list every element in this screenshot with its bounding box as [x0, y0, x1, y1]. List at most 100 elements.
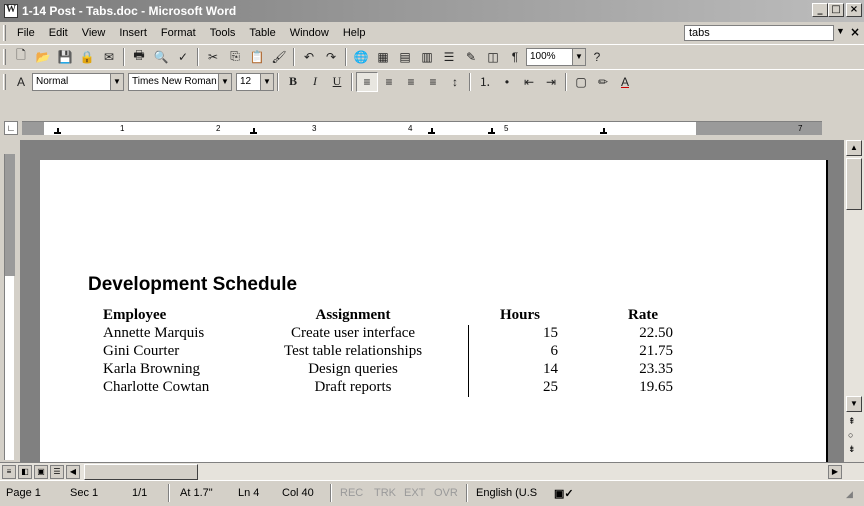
menu-edit[interactable]: Edit — [42, 27, 75, 39]
vertical-scrollbar[interactable]: ▲ ▼ ⇞ ○ ⇟ — [844, 140, 864, 462]
right-tab-marker[interactable] — [488, 128, 495, 134]
open-icon[interactable]: 📂 — [32, 47, 54, 67]
italic-icon[interactable]: I — [304, 72, 326, 92]
columns-icon[interactable]: ☰ — [438, 47, 460, 67]
chevron-down-icon[interactable]: ▼ — [110, 73, 123, 90]
ruler-number: 7 — [798, 124, 803, 133]
hyperlink-icon[interactable]: 🌐 — [350, 47, 372, 67]
undo-icon[interactable]: ↶ — [298, 47, 320, 67]
document-page[interactable]: Development Schedule Employee Assignment… — [40, 160, 828, 462]
insert-table-icon[interactable]: ▤ — [394, 47, 416, 67]
font-color-icon[interactable]: A — [614, 72, 636, 92]
styles-formatting-icon[interactable]: A — [10, 72, 32, 92]
maximize-button[interactable]: □ — [828, 3, 844, 17]
left-tab-marker[interactable] — [54, 128, 61, 134]
save-icon[interactable]: 💾 — [54, 47, 76, 67]
email-icon[interactable]: ✉ — [98, 47, 120, 67]
zoom-select[interactable]: 100% ▼ — [526, 47, 586, 66]
scroll-up-button[interactable]: ▲ — [846, 140, 862, 156]
numbering-icon[interactable]: ⒈ — [474, 72, 496, 92]
minimize-button[interactable]: _ — [812, 3, 828, 17]
permission-icon[interactable]: 🔒 — [76, 47, 98, 67]
print-preview-icon[interactable]: 🔍 — [150, 47, 172, 67]
chevron-down-icon[interactable]: ▼ — [572, 48, 585, 65]
print-icon[interactable]: 🖶 — [128, 47, 150, 67]
style-select[interactable]: Normal ▼ — [32, 72, 124, 91]
highlight-icon[interactable]: ✏ — [592, 72, 614, 92]
menu-insert[interactable]: Insert — [112, 27, 154, 39]
status-extend[interactable]: EXT — [404, 487, 425, 499]
resize-grip-icon[interactable]: ◢ — [846, 489, 853, 500]
normal-view-icon[interactable]: ≡ — [2, 465, 16, 479]
vertical-ruler[interactable] — [0, 140, 20, 462]
word-app-icon[interactable] — [4, 4, 18, 18]
toolbar-grip[interactable] — [3, 48, 6, 65]
menu-view[interactable]: View — [75, 27, 113, 39]
hours-cell: 25 — [543, 379, 558, 395]
bullets-icon[interactable]: • — [496, 72, 518, 92]
align-center-icon[interactable]: ≡ — [378, 72, 400, 92]
menu-table[interactable]: Table — [242, 27, 282, 39]
horizontal-scroll-thumb[interactable] — [84, 464, 198, 480]
toolbar-grip[interactable] — [3, 73, 6, 90]
vertical-scroll-thumb[interactable] — [846, 158, 862, 210]
spelling-status-icon[interactable]: ▣✓ — [554, 487, 574, 500]
decrease-indent-icon[interactable]: ⇤ — [518, 72, 540, 92]
decimal-tab-marker[interactable] — [600, 128, 607, 134]
center-tab-marker[interactable] — [250, 128, 257, 134]
show-hide-icon[interactable]: ¶ — [504, 47, 526, 67]
help-icon[interactable]: ? — [586, 47, 608, 67]
document-map-icon[interactable]: ◫ — [482, 47, 504, 67]
bold-icon[interactable]: B — [282, 72, 304, 92]
previous-page-icon[interactable]: ⇞ — [848, 416, 856, 427]
menu-help[interactable]: Help — [336, 27, 373, 39]
drawing-icon[interactable]: ✎ — [460, 47, 482, 67]
underline-icon[interactable]: U — [326, 72, 348, 92]
insert-excel-icon[interactable]: ▥ — [416, 47, 438, 67]
ask-question-input[interactable]: tabs — [684, 25, 834, 41]
format-painter-icon[interactable]: 🖌 — [268, 47, 290, 67]
chevron-down-icon[interactable]: ▼ — [218, 73, 231, 90]
tables-borders-icon[interactable]: ▦ — [372, 47, 394, 67]
line-spacing-icon[interactable]: ↕ — [444, 72, 466, 92]
close-button[interactable]: × — [846, 3, 862, 17]
align-right-icon[interactable]: ≡ — [400, 72, 422, 92]
hours-cell: 6 — [550, 343, 559, 359]
menu-file[interactable]: File — [10, 27, 42, 39]
select-browse-object-icon[interactable]: ○ — [848, 430, 853, 440]
redo-icon[interactable]: ↷ — [320, 47, 342, 67]
outline-view-icon[interactable]: ☰ — [50, 465, 64, 479]
paste-icon[interactable]: 📋 — [246, 47, 268, 67]
copy-icon[interactable]: ⎘ — [224, 47, 246, 67]
status-track-changes[interactable]: TRK — [374, 487, 396, 499]
cut-icon[interactable]: ✂ — [202, 47, 224, 67]
font-size-select[interactable]: 12 ▼ — [236, 72, 274, 91]
status-record-macro[interactable]: REC — [340, 487, 363, 499]
bar-tab-marker[interactable] — [428, 128, 435, 134]
scroll-down-button[interactable]: ▼ — [846, 396, 862, 412]
print-layout-icon[interactable]: ▣ — [34, 465, 48, 479]
new-document-icon[interactable]: 🗋 — [10, 47, 32, 67]
web-layout-icon[interactable]: ◧ — [18, 465, 32, 479]
menu-window[interactable]: Window — [283, 27, 336, 39]
ask-question-dropdown-icon[interactable]: ▼ — [836, 26, 845, 36]
scroll-right-button[interactable]: ▶ — [828, 465, 842, 479]
spelling-icon[interactable]: ✓ — [172, 47, 194, 67]
status-overtype[interactable]: OVR — [434, 487, 458, 499]
status-separator — [168, 484, 170, 502]
document-close-button[interactable]: × — [850, 25, 860, 39]
horizontal-scrollbar[interactable]: ≡ ◧ ▣ ☰ ◀ ▶ — [0, 462, 864, 480]
align-left-icon[interactable]: ≡ — [356, 71, 378, 92]
menu-format[interactable]: Format — [154, 27, 203, 39]
menu-tools[interactable]: Tools — [203, 27, 243, 39]
tab-selector-icon[interactable]: ∟ — [4, 121, 18, 135]
chevron-down-icon[interactable]: ▼ — [260, 73, 273, 90]
scroll-left-button[interactable]: ◀ — [66, 465, 80, 479]
horizontal-ruler[interactable]: 1 2 3 4 5 7 — [22, 121, 822, 135]
font-select[interactable]: Times New Roman ▼ — [128, 72, 232, 91]
next-page-icon[interactable]: ⇟ — [848, 444, 856, 455]
justify-icon[interactable]: ≡ — [422, 72, 444, 92]
menu-grip[interactable] — [3, 25, 6, 41]
increase-indent-icon[interactable]: ⇥ — [540, 72, 562, 92]
borders-icon[interactable]: ▢ — [570, 72, 592, 92]
